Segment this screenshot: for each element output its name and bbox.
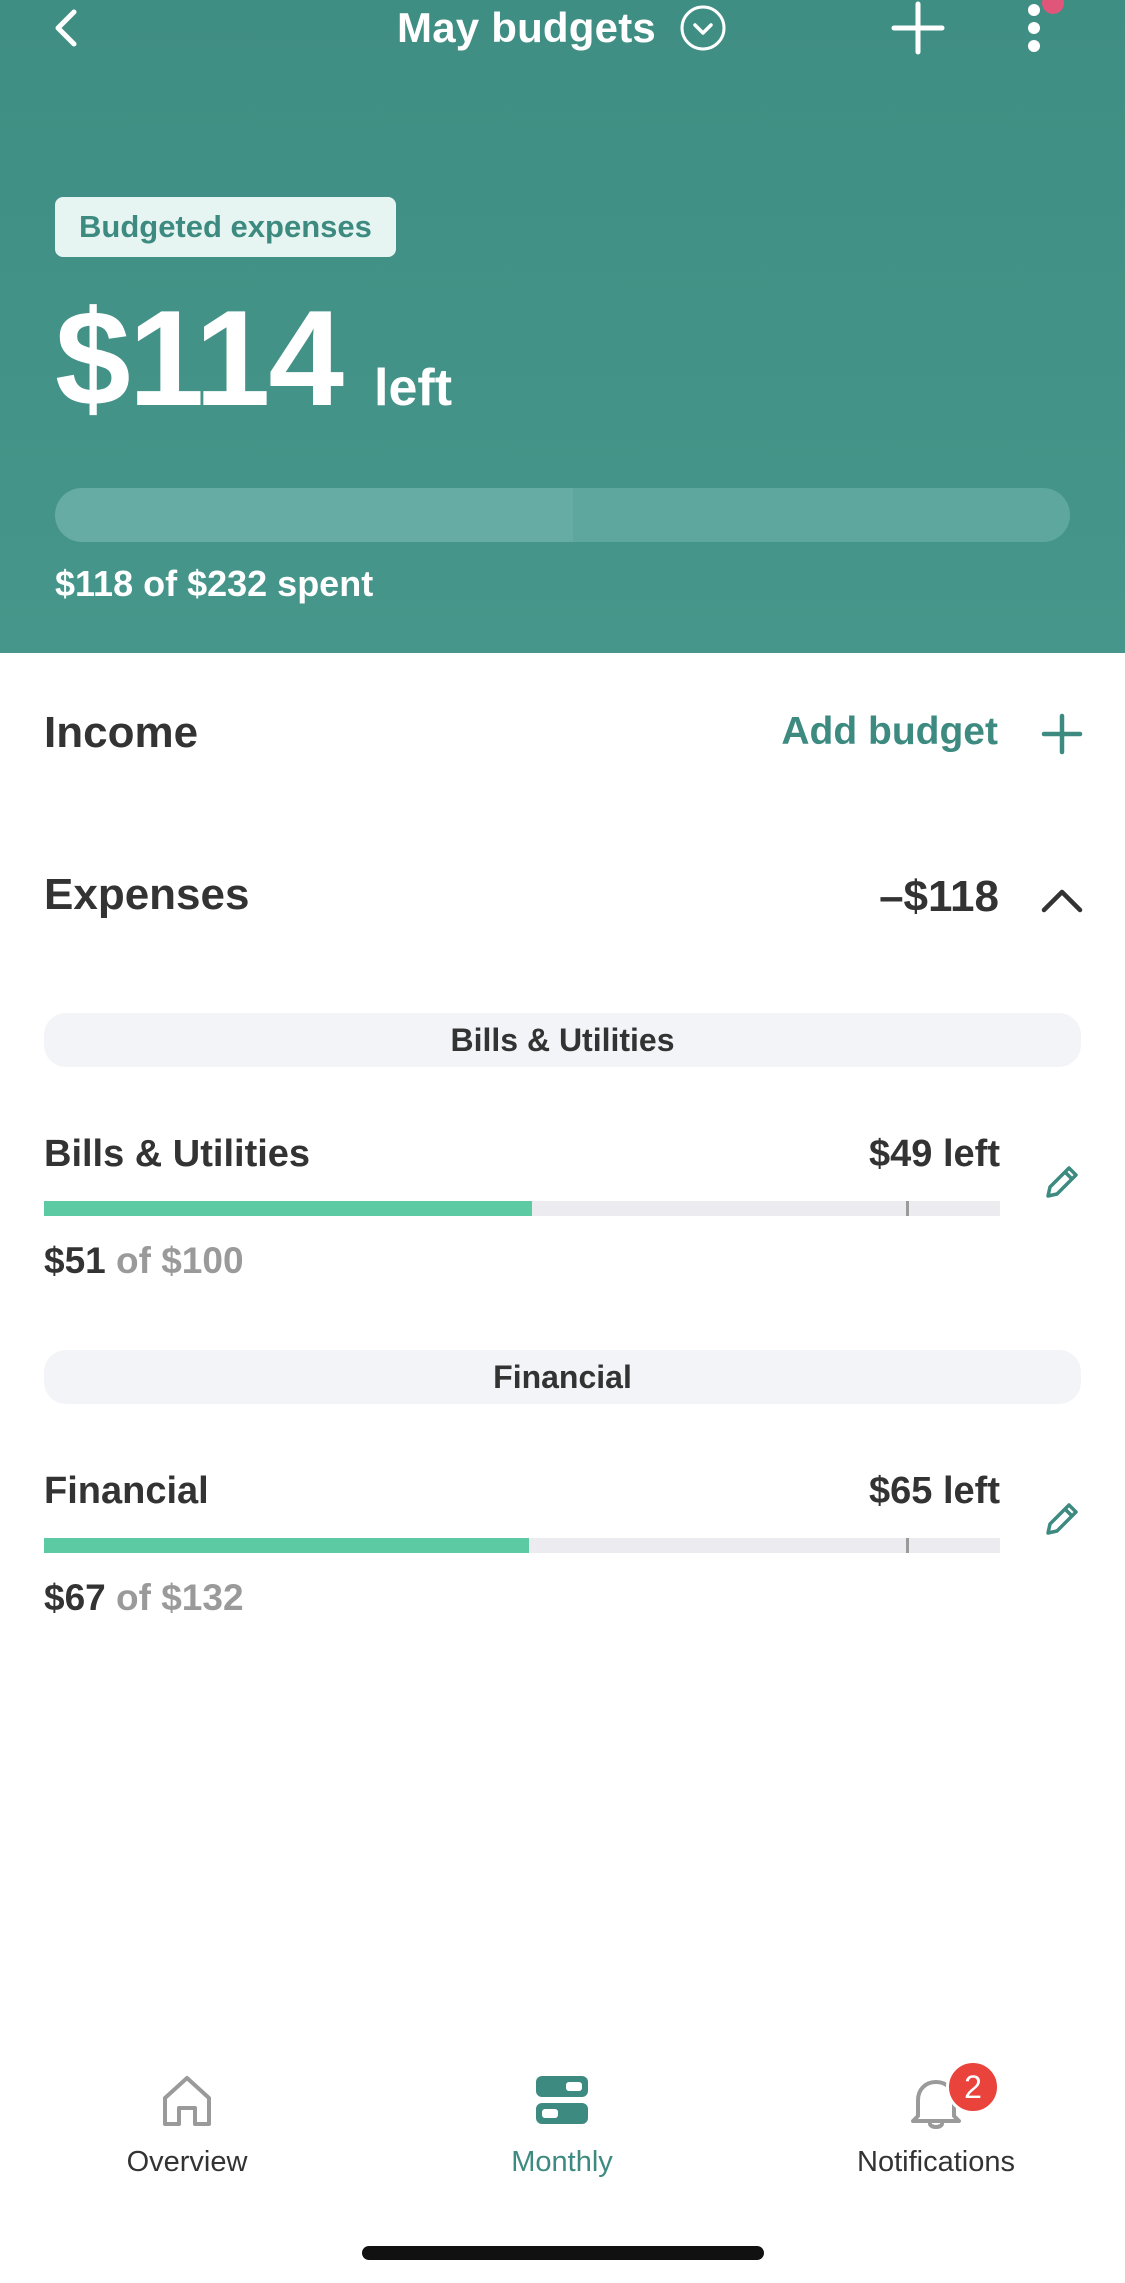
home-icon xyxy=(157,2070,217,2132)
title-wrap: May budgets xyxy=(0,0,1125,56)
budget-header: May budgets Budgeted expenses $114 left … xyxy=(0,0,1125,653)
group-header-bills-utilities: Bills & Utilities xyxy=(44,1013,1081,1067)
budget-bar-fill-bills-utilities xyxy=(44,1201,532,1216)
tab-overview[interactable]: Overview xyxy=(37,2070,337,2179)
budget-name-bills-utilities[interactable]: Bills & Utilities xyxy=(44,1133,310,1176)
budget-left-financial: $65 left xyxy=(869,1470,1000,1512)
expenses-total: –$118 xyxy=(879,872,999,921)
budget-bar-marker xyxy=(906,1538,909,1553)
amount-left-suffix: left xyxy=(374,359,453,417)
notifications-count-badge: 2 xyxy=(946,2060,1000,2114)
budget-amount-bills-utilities: $51 of $100 xyxy=(44,1240,244,1282)
budget-of-total: of $100 xyxy=(116,1240,244,1281)
plus-icon xyxy=(891,1,945,55)
budget-amount-financial: $67 of $132 xyxy=(44,1577,244,1619)
budget-spent-value: $67 xyxy=(44,1577,106,1618)
tab-notifications[interactable]: 2 Notifications xyxy=(786,2060,1086,2179)
budget-stack-icon xyxy=(532,2070,592,2132)
group-header-financial: Financial xyxy=(44,1350,1081,1404)
edit-budget-bills-utilities-button[interactable] xyxy=(1040,1160,1084,1204)
total-progress-fill xyxy=(55,488,573,542)
budget-of-total: of $132 xyxy=(116,1577,244,1618)
bell-icon: 2 xyxy=(906,2060,1000,2132)
pencil-icon xyxy=(1046,1166,1078,1198)
collapse-expenses-button[interactable] xyxy=(1040,878,1084,922)
expenses-title: Expenses xyxy=(44,870,250,919)
edit-budget-financial-button[interactable] xyxy=(1040,1497,1084,1541)
tab-overview-label: Overview xyxy=(126,2146,248,2178)
more-options-button[interactable] xyxy=(1018,0,1064,56)
add-budget-plus-button[interactable] xyxy=(1040,712,1084,756)
add-button[interactable] xyxy=(890,0,946,56)
add-budget-button[interactable]: Add budget xyxy=(781,710,998,754)
budget-spent-value: $51 xyxy=(44,1240,106,1281)
chevron-down-circle-icon xyxy=(680,5,726,51)
tab-notifications-label: Notifications xyxy=(857,2146,1015,2178)
chevron-up-icon xyxy=(1041,889,1083,913)
budget-bar-marker xyxy=(906,1201,909,1216)
budget-name-financial[interactable]: Financial xyxy=(44,1470,209,1513)
amount-left-value: $114 xyxy=(55,282,344,434)
budgeted-expenses-badge: Budgeted expenses xyxy=(55,197,396,257)
pencil-icon xyxy=(1046,1503,1078,1535)
tab-monthly[interactable]: Monthly xyxy=(412,2070,712,2179)
top-bar: May budgets xyxy=(0,0,1125,60)
budget-bar-bills-utilities xyxy=(44,1201,1000,1216)
spent-summary: $118 of $232 spent xyxy=(55,563,374,604)
month-dropdown-button[interactable] xyxy=(678,3,728,53)
home-indicator xyxy=(362,2246,764,2260)
income-title: Income xyxy=(44,708,199,757)
tab-monthly-label: Monthly xyxy=(511,2146,613,2178)
total-progress-bar xyxy=(55,488,1070,542)
page-title[interactable]: May budgets xyxy=(397,4,656,52)
amount-left: $114 left xyxy=(55,290,452,426)
plus-icon xyxy=(1041,713,1083,755)
budget-bar-fill-financial xyxy=(44,1538,530,1553)
budget-left-bills-utilities: $49 left xyxy=(869,1133,1000,1175)
budget-bar-financial xyxy=(44,1538,1000,1553)
